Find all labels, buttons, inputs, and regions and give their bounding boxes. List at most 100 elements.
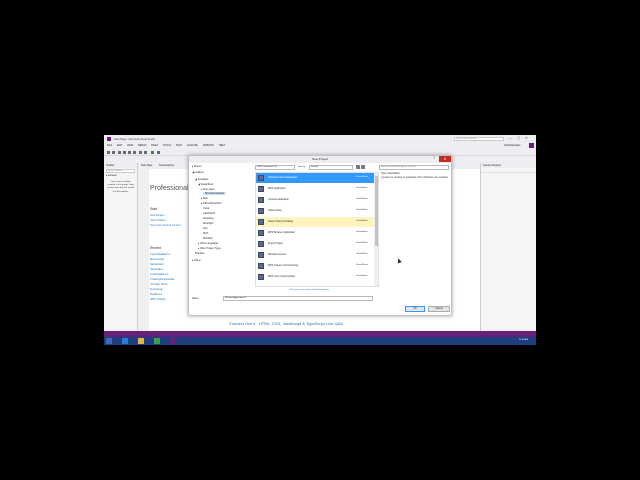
open-source-control-link[interactable]: Open from Source Control... xyxy=(150,224,182,227)
tree-wcf[interactable]: WCF xyxy=(203,232,208,235)
menu-view[interactable]: VIEW xyxy=(127,144,133,147)
recent-link[interactable]: SampleExt xyxy=(150,268,163,271)
small-icons-view-icon[interactable] xyxy=(356,165,360,169)
template-item[interactable]: Windows Forms Application Visual Basic xyxy=(256,173,374,183)
tree-other-languages[interactable]: ▸ Other Languages xyxy=(198,242,218,245)
template-language: Visual Basic xyxy=(356,198,368,200)
attach-icon[interactable] xyxy=(157,151,160,154)
template-language: Visual Basic xyxy=(356,209,368,211)
medium-icons-view-icon[interactable] xyxy=(361,165,365,169)
dialog-title: New Project xyxy=(189,156,451,163)
menu-test[interactable]: TEST xyxy=(176,144,182,147)
visual-studio-icon[interactable] xyxy=(170,338,176,344)
save-icon[interactable] xyxy=(128,151,131,154)
recent-link[interactable]: CreatingSampleData xyxy=(150,278,174,281)
template-item[interactable]: Class Library (Portable) Visual Basic xyxy=(256,217,374,227)
menu-analyze[interactable]: ANALYZE xyxy=(187,144,198,147)
window-close-button[interactable]: ✕ xyxy=(523,136,530,141)
new-project-icon[interactable] xyxy=(118,151,121,154)
toolbox-search-input[interactable]: Search Toolbox xyxy=(106,169,135,173)
template-item[interactable]: Empty Project Visual Basic xyxy=(256,239,374,249)
framework-select[interactable]: .NET Framework 4.5 xyxy=(255,165,295,170)
menu-help[interactable]: HELP xyxy=(219,144,225,147)
toolbox-empty-message: There are no usable controls in this gro… xyxy=(107,181,134,193)
undo-icon[interactable] xyxy=(139,151,142,154)
template-name: WPF Application xyxy=(268,187,286,190)
recent-link[interactable]: MemoryApp xyxy=(150,258,164,261)
class-library-icon xyxy=(258,208,264,214)
ok-button[interactable]: OK xyxy=(405,306,425,312)
minimize-button[interactable]: — xyxy=(507,136,514,141)
recent-link[interactable]: WPF website xyxy=(150,298,165,301)
template-language: Visual Basic xyxy=(356,242,368,244)
forward-icon[interactable] xyxy=(112,151,115,154)
recent-link[interactable]: LinqToSqlDemo xyxy=(150,273,168,276)
taskbar: 11:04 AM xyxy=(104,337,536,345)
recent-link[interactable]: RestDemo xyxy=(150,293,162,296)
tree-lightswitch[interactable]: LightSwitch xyxy=(203,212,215,215)
template-item[interactable]: Console Application Visual Basic xyxy=(256,195,374,205)
open-project-link[interactable]: Open Project... xyxy=(150,219,167,222)
tree-test[interactable]: Test xyxy=(203,227,207,230)
template-search-input[interactable]: Search Installed Templates (Ctrl+E) xyxy=(379,165,449,170)
back-icon[interactable] xyxy=(107,151,110,154)
template-item[interactable]: WPF Custom Control Library Visual Basic xyxy=(256,261,374,271)
tree-online[interactable]: ▸ Online xyxy=(192,259,201,262)
template-item[interactable]: WPF User Control Library Visual Basic xyxy=(256,272,374,282)
tree-silverlight[interactable]: Silverlight xyxy=(203,222,213,225)
tree-office[interactable]: ▸ Office/SharePoint xyxy=(201,202,222,205)
tree-samples[interactable]: Samples xyxy=(195,252,204,255)
avatar[interactable] xyxy=(529,143,534,148)
tree-workflow[interactable]: Workflow xyxy=(203,237,213,240)
tab-start-page[interactable]: Start Page xyxy=(141,164,152,167)
tree-templates[interactable]: ◢ Templates xyxy=(195,178,208,181)
project-name-input[interactable]: WindowsApplication1 xyxy=(223,296,373,301)
folder-icon[interactable] xyxy=(138,338,144,344)
menu-window[interactable]: WINDOW xyxy=(203,144,214,147)
tree-recent[interactable]: ▸ Recent xyxy=(192,165,201,168)
maximize-button[interactable]: ▢ xyxy=(515,136,522,141)
new-project-link[interactable]: New Project... xyxy=(150,214,166,217)
online-templates-link[interactable]: Click here to go online and find templat… xyxy=(289,289,330,291)
start-icon[interactable] xyxy=(106,338,112,344)
tree-web[interactable]: ▸ Web xyxy=(201,197,208,200)
template-item[interactable]: WPF Application Visual Basic xyxy=(256,184,374,194)
tree-windows-desktop[interactable]: Windows Desktop xyxy=(203,192,227,195)
template-item[interactable]: Class Library Visual Basic xyxy=(256,206,374,216)
quick-launch-input[interactable]: Quick Launch (Ctrl+Q) xyxy=(454,137,504,141)
dialog-close-button[interactable]: ✕ xyxy=(439,156,451,162)
tree-other-project-types[interactable]: ▸ Other Project Types xyxy=(198,247,221,250)
template-name: Class Library (Portable) xyxy=(268,220,294,223)
tree-cloud[interactable]: Cloud xyxy=(203,207,209,210)
ie-icon[interactable] xyxy=(122,338,128,344)
sort-select[interactable]: Default xyxy=(309,165,353,170)
cancel-button[interactable]: Cancel xyxy=(428,306,450,312)
template-item[interactable]: Windows Service Visual Basic xyxy=(256,250,374,260)
menu-team[interactable]: TEAM xyxy=(151,144,158,147)
save-all-icon[interactable] xyxy=(133,151,136,154)
scrollbar-thumb[interactable] xyxy=(375,176,378,246)
wpf-user-control-icon xyxy=(258,274,264,280)
start-debug-icon[interactable] xyxy=(151,151,154,154)
menu-edit[interactable]: EDIT xyxy=(117,144,122,147)
recent-link[interactable]: JsonApp Demo xyxy=(150,283,168,286)
recent-link[interactable]: SampleGrid xyxy=(150,263,164,266)
store-icon[interactable] xyxy=(154,338,160,344)
template-item[interactable]: WPF Browser Application Visual Basic xyxy=(256,228,374,238)
recent-link[interactable]: AsyncAwaitDemo xyxy=(150,253,170,256)
tree-reporting[interactable]: Reporting xyxy=(203,217,213,220)
menu-debug[interactable]: DEBUG xyxy=(138,144,147,147)
template-list-scrollbar[interactable] xyxy=(374,173,378,286)
tree-store-apps[interactable]: ▸ Store Apps xyxy=(201,188,215,191)
tab-team-explorer[interactable]: Team Explorer xyxy=(159,164,174,167)
tree-visual-basic[interactable]: ◢ Visual Basic xyxy=(198,183,213,186)
help-button[interactable]: ? xyxy=(433,156,435,160)
tree-installed[interactable]: ◢ Installed xyxy=(192,171,203,174)
sort-label: Sort by: xyxy=(298,166,306,168)
open-icon[interactable] xyxy=(123,151,126,154)
signed-in-user[interactable]: Vishal Moorjani xyxy=(504,144,520,147)
recent-link[interactable]: TestingApp xyxy=(150,288,163,291)
menu-tools[interactable]: TOOLS xyxy=(163,144,171,147)
menu-file[interactable]: FILE xyxy=(107,144,112,147)
redo-icon[interactable] xyxy=(144,151,147,154)
